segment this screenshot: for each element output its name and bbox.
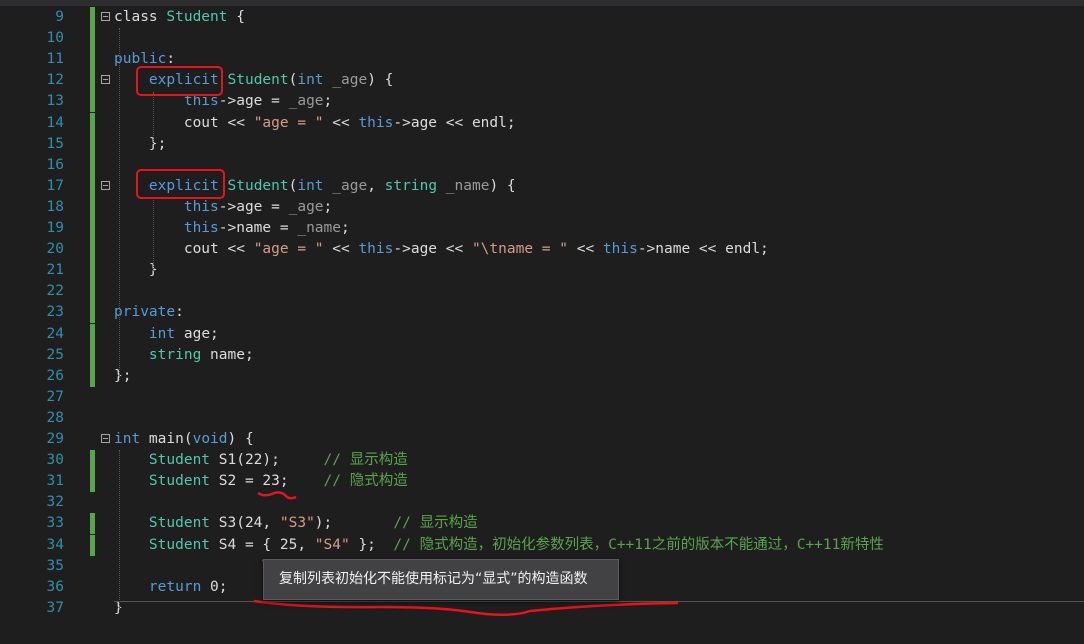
red-underline-return <box>253 599 679 616</box>
code-editor[interactable]: 9 class Student {10 11 public: 12 explicit S… <box>0 0 1084 644</box>
red-ink-annotations <box>253 491 679 616</box>
red-underline-23 <box>257 491 297 500</box>
error-tooltip: 复制列表初始化不能使用标记为“显式”的构造函数 <box>263 559 619 600</box>
